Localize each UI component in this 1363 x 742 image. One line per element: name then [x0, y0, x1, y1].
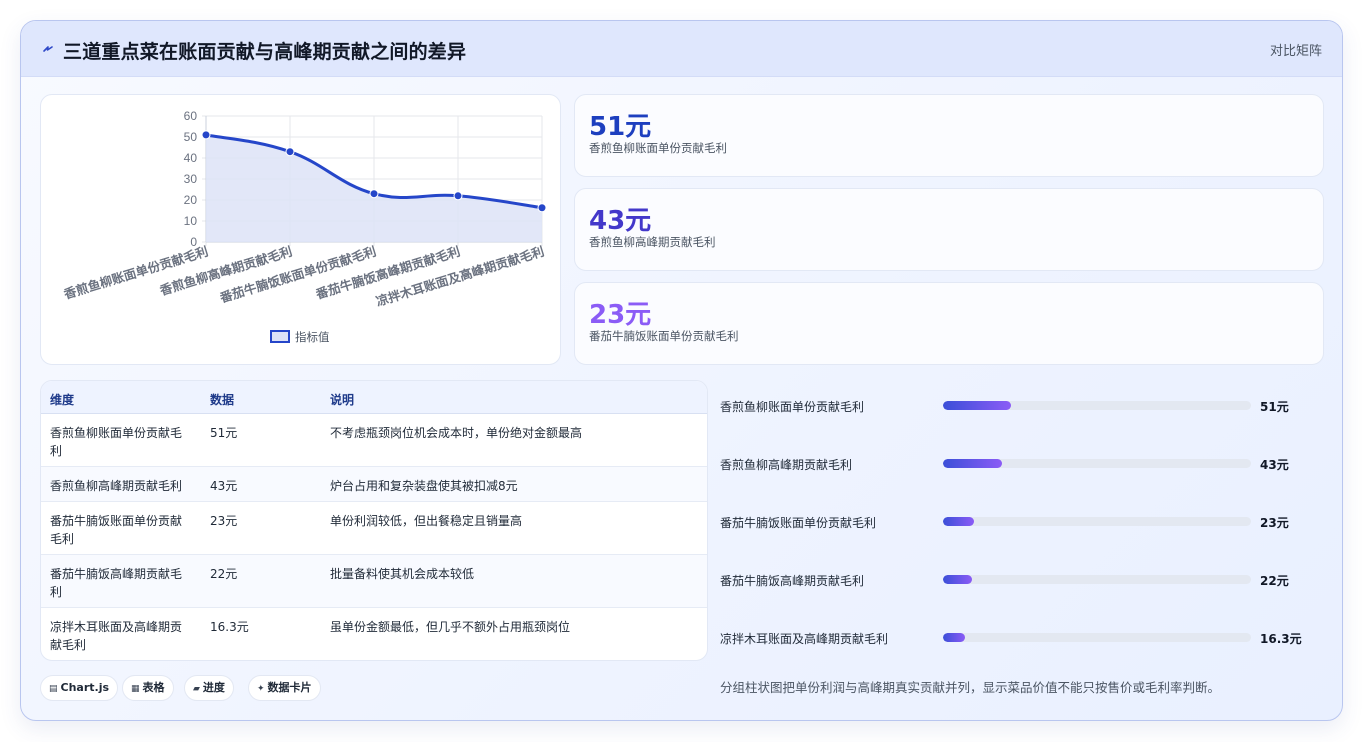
chart-icon: ▤ [49, 684, 58, 694]
cell-dimension: 番茄牛腩饭高峰期贡献毛利 [50, 567, 183, 599]
progress-row: 番茄牛腩饭账面单份贡献毛利 23元 [720, 511, 1320, 531]
view-tag[interactable]: 对比矩阵 [1270, 40, 1322, 59]
y-tick-label: 50 [184, 130, 198, 144]
cell-note: 炉台占用和复杂装盘使其被扣减8元 [330, 479, 518, 493]
table-icon: ▦ [131, 684, 140, 694]
progress-fill [943, 401, 1011, 410]
progress-row: 番茄牛腩饭高峰期贡献毛利 22元 [720, 569, 1320, 589]
stat-label: 番茄牛腩饭账面单份贡献毛利 [589, 329, 739, 343]
table-row: 香煎鱼柳高峰期贡献毛利 43元 炉台占用和复杂装盘使其被扣减8元 [41, 467, 707, 502]
chip-table[interactable]: ▦ 表格 [122, 675, 174, 701]
cell-data: 23元 [210, 514, 238, 528]
line-chart: 0102030405060香煎鱼柳账面单份贡献毛利香煎鱼柳高峰期贡献毛利番茄牛腩… [61, 109, 547, 344]
stat-card: 43元 香煎鱼柳高峰期贡献毛利 [574, 188, 1324, 271]
sparkle-icon: ✦ [257, 684, 265, 694]
data-table: 维度 数据 说明 香煎鱼柳账面单份贡献毛利 51元 不考虑瓶颈岗位机会成本时，单… [40, 380, 708, 661]
stat-card: 51元 香煎鱼柳账面单份贡献毛利 [574, 94, 1324, 177]
progress-label: 香煎鱼柳高峰期贡献毛利 [720, 458, 853, 472]
y-tick-label: 30 [184, 172, 198, 186]
cell-dimension: 凉拌木耳账面及高峰期贡献毛利 [50, 620, 183, 652]
progress-track [943, 517, 1251, 526]
bolt-icon [43, 46, 53, 52]
stat-card: 23元 番茄牛腩饭账面单份贡献毛利 [574, 282, 1324, 365]
table-row: 香煎鱼柳账面单份贡献毛利 51元 不考虑瓶颈岗位机会成本时，单份绝对金额最高 [41, 414, 707, 467]
legend-label: 指标值 [295, 330, 330, 344]
cell-data: 16.3元 [210, 620, 249, 634]
progress-track [943, 633, 1251, 642]
progress-row: 香煎鱼柳高峰期贡献毛利 43元 [720, 453, 1320, 473]
card-title: 三道重点菜在账面贡献与高峰期贡献之间的差异 [63, 41, 467, 63]
cell-data: 22元 [210, 567, 238, 581]
stat-value: 51元 [589, 112, 652, 142]
progress-value: 43元 [1260, 458, 1289, 472]
cell-data: 43元 [210, 479, 238, 493]
chip-chartjs[interactable]: ▤ Chart.js [40, 675, 119, 701]
cell-dimension: 香煎鱼柳账面单份贡献毛利 [50, 426, 183, 458]
progress-fill [943, 459, 1002, 468]
progress-value: 16.3元 [1260, 632, 1302, 646]
progress-track [943, 459, 1251, 468]
progress-list: 香煎鱼柳账面单份贡献毛利 51元 香煎鱼柳高峰期贡献毛利 43元 番茄牛腩饭账面… [720, 391, 1320, 671]
data-point [453, 191, 463, 201]
chip-data-card[interactable]: ✦ 数据卡片 [248, 675, 321, 701]
y-tick-label: 10 [184, 214, 198, 228]
progress-label: 番茄牛腩饭高峰期贡献毛利 [720, 574, 865, 588]
progress-fill [943, 517, 974, 526]
progress-row: 香煎鱼柳账面单份贡献毛利 51元 [720, 395, 1320, 415]
stat-label: 香煎鱼柳高峰期贡献毛利 [589, 235, 716, 249]
table-row: 番茄牛腩饭高峰期贡献毛利 22元 批量备料使其机会成本较低 [41, 555, 707, 608]
progress-fill [943, 633, 965, 642]
progress-value: 22元 [1260, 574, 1289, 588]
table-row: 番茄牛腩饭账面单份贡献毛利 23元 单份利润较低，但出餐稳定且销量高 [41, 502, 707, 555]
y-tick-label: 20 [184, 193, 198, 207]
card-header: 三道重点菜在账面贡献与高峰期贡献之间的差异 对比矩阵 [21, 21, 1342, 77]
y-tick-label: 60 [184, 109, 198, 123]
column-header-data: 数据 [210, 393, 235, 407]
progress-icon: ▰ [193, 684, 200, 694]
cell-note: 批量备料使其机会成本较低 [330, 567, 475, 581]
progress-label: 番茄牛腩饭账面单份贡献毛利 [720, 516, 877, 530]
progress-label: 凉拌木耳账面及高峰期贡献毛利 [720, 632, 889, 646]
cell-note: 虽单份金额最低，但几乎不额外占用瓶颈岗位 [330, 620, 571, 634]
y-tick-label: 40 [184, 151, 198, 165]
data-point [369, 189, 379, 199]
cell-note: 单份利润较低，但出餐稳定且销量高 [330, 514, 523, 528]
table-header: 维度 数据 说明 [41, 381, 707, 414]
comparison-card: 三道重点菜在账面贡献与高峰期贡献之间的差异 对比矩阵 0 10 20 30 40 50 60… [20, 20, 1343, 721]
column-header-dimension: 维度 [50, 393, 75, 407]
stat-value: 23元 [589, 300, 652, 330]
table-row: 凉拌木耳账面及高峰期贡献毛利 16.3元 虽单份金额最低，但几乎不额外占用瓶颈岗… [41, 608, 707, 660]
stat-value: 43元 [589, 206, 652, 236]
cell-dimension: 香煎鱼柳高峰期贡献毛利 [50, 479, 183, 493]
data-point [285, 147, 295, 157]
data-point [201, 130, 211, 140]
data-point [537, 203, 547, 213]
column-header-note: 说明 [330, 393, 355, 407]
x-tick-label: 香煎鱼柳账面单份贡献毛利 [61, 244, 210, 302]
chip-progress[interactable]: ▰ 进度 [184, 675, 234, 701]
cell-note: 不考虑瓶颈岗位机会成本时，单份绝对金额最高 [330, 426, 583, 440]
progress-track [943, 401, 1251, 410]
footnote: 分组柱状图把单份利润与高峰期真实贡献并列，显示菜品价值不能只按售价或毛利率判断。 [720, 680, 1221, 695]
line-chart-panel: 0 10 20 30 40 50 60 香煎鱼柳账面单份贡献毛利 香煎鱼柳高峰期贡献毛利 番茄牛腩… [40, 94, 561, 365]
progress-value: 51元 [1260, 400, 1289, 414]
cell-dimension: 番茄牛腩饭账面单份贡献毛利 [50, 514, 183, 546]
progress-label: 香煎鱼柳账面单份贡献毛利 [720, 400, 865, 414]
progress-value: 23元 [1260, 516, 1289, 530]
progress-track [943, 575, 1251, 584]
stat-label: 香煎鱼柳账面单份贡献毛利 [589, 141, 727, 155]
legend-swatch [270, 330, 290, 343]
progress-fill [943, 575, 973, 584]
cell-data: 51元 [210, 426, 238, 440]
progress-row: 凉拌木耳账面及高峰期贡献毛利 16.3元 [720, 627, 1320, 647]
